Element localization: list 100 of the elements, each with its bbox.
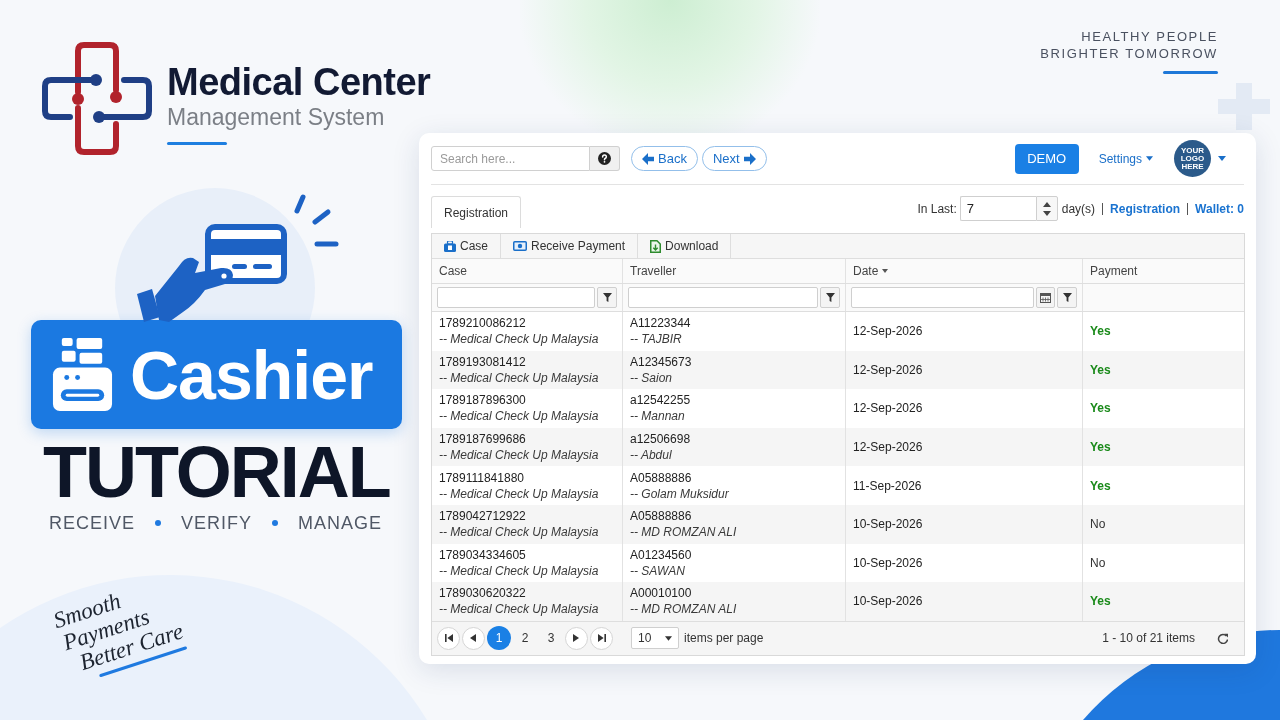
hand-holding-card-icon: [135, 192, 340, 322]
caret-down-icon: [665, 635, 672, 641]
case-number: 1789111841880: [439, 469, 524, 486]
package-name: -- Medical Check Up Malaysia: [439, 408, 599, 425]
help-icon: [598, 152, 611, 165]
arrow-right-icon: [743, 152, 756, 165]
refresh-button[interactable]: [1215, 631, 1229, 646]
link[interactable]: Registration: [1110, 199, 1181, 218]
traveller-id: A05888886: [630, 508, 692, 525]
tagline-text: BRIGHTER TOMORROW: [1040, 45, 1218, 62]
toolbar-button[interactable]: Receive Payment: [501, 234, 639, 258]
keyword-text: RECEIVE: [49, 512, 136, 534]
back-button[interactable]: Back: [631, 146, 698, 171]
traveller-name: -- MD ROMZAN ALI: [630, 601, 737, 618]
caret-down-icon[interactable]: [1218, 156, 1226, 161]
toolbar-button[interactable]: Case: [432, 234, 501, 258]
banner-title: Cashier: [130, 335, 373, 415]
toolbar-button[interactable]: Download: [638, 234, 732, 258]
file-download-icon: [650, 239, 662, 253]
case-number: 1789042712922: [439, 508, 526, 525]
table-cell: 10-Sep-2026: [846, 504, 1083, 544]
refresh-icon: [1216, 632, 1228, 644]
accent-underline: [1163, 71, 1218, 74]
banknote-icon: [513, 241, 527, 251]
arrow-left-icon: [642, 152, 654, 165]
payment-status: Yes: [1089, 477, 1112, 495]
filter-button[interactable]: [597, 287, 617, 308]
last-page-icon: [597, 634, 606, 643]
column-header[interactable]: Traveller: [630, 262, 677, 280]
pager-summary: 1 - 10 of 21 items: [1102, 630, 1195, 648]
next-page-button[interactable]: [565, 626, 588, 650]
table-cell: 12-Sep-2026: [846, 312, 1083, 351]
column-header[interactable]: Date: [853, 262, 879, 280]
page-size-select[interactable]: 10: [631, 627, 679, 650]
last-page-button[interactable]: [590, 626, 613, 650]
calendar-button[interactable]: [1036, 287, 1055, 308]
filter-icon: [602, 293, 612, 302]
days-field[interactable]: 7: [959, 196, 1036, 221]
table-cell: 10-Sep-2026: [846, 582, 1083, 621]
logo-avatar[interactable]: YOUR LOGO HERE: [1174, 140, 1211, 177]
link[interactable]: Wallet: 0: [1195, 199, 1244, 218]
traveller-name: -- Golam Muksidur: [630, 485, 729, 502]
payment-status: No: [1089, 516, 1107, 534]
tab[interactable]: Registration: [431, 196, 522, 228]
column-header[interactable]: Case: [439, 262, 467, 280]
traveller-id: a12506698: [630, 431, 691, 448]
logo-title: Medical Center: [167, 60, 431, 104]
table-cell: 11-Sep-2026: [846, 466, 1083, 505]
table-cell: 12-Sep-2026: [846, 389, 1083, 428]
filter-button[interactable]: [820, 287, 840, 308]
payment-status: No: [1089, 554, 1107, 572]
demo-button[interactable]: DEMO: [1014, 143, 1079, 174]
briefcase-icon: [444, 240, 456, 252]
traveller-name: -- Abdul: [630, 447, 672, 464]
filter-button[interactable]: [1057, 287, 1077, 308]
package-name: -- Medical Check Up Malaysia: [439, 485, 599, 502]
case-number: 1789210086212: [439, 315, 526, 332]
case-number: 1789187896300: [439, 392, 526, 409]
traveller-name: -- TAJBIR: [630, 331, 682, 348]
keyword-text: VERIFY: [181, 512, 253, 534]
first-page-button[interactable]: [437, 626, 460, 650]
keyword-text: MANAGE: [298, 512, 383, 534]
plus-shape-icon: [1218, 83, 1270, 130]
previous-page-icon: [469, 634, 478, 643]
filter-field[interactable]: [628, 287, 818, 308]
filter-icon: [825, 293, 835, 302]
page-button[interactable]: 1: [487, 626, 511, 651]
accent-underline: [167, 142, 227, 145]
filter-field[interactable]: [437, 287, 595, 308]
column-header[interactable]: Payment: [1090, 262, 1138, 280]
logo-subtitle: Management System: [167, 104, 386, 130]
first-page-icon: [444, 634, 453, 643]
medical-cross-logo-icon: [42, 42, 152, 155]
search-field[interactable]: Search here...: [431, 146, 590, 171]
caret-down-icon: [1146, 156, 1153, 161]
case-number: 1789187699686: [439, 431, 526, 448]
previous-page-button[interactable]: [462, 626, 485, 650]
case-number: 1789034334605: [439, 546, 526, 563]
spinner-icon: [1042, 201, 1051, 216]
traveller-name: -- MD ROMZAN ALI: [630, 524, 737, 541]
tutorial-heading: TUTORIAL: [43, 436, 390, 508]
package-name: -- Medical Check Up Malaysia: [439, 369, 599, 386]
payment-status: Yes: [1089, 361, 1112, 379]
page-button[interactable]: 3: [539, 626, 563, 651]
unit-label: day(s): [1061, 200, 1096, 218]
next-button[interactable]: Next: [701, 146, 767, 171]
field-label: In Last:: [917, 200, 957, 218]
traveller-name: -- SAWAN: [630, 562, 685, 579]
traveller-id: a12542255: [630, 392, 691, 409]
settings-menu[interactable]: Settings: [1098, 149, 1153, 168]
help-button[interactable]: [590, 146, 620, 171]
filter-field[interactable]: [851, 287, 1034, 308]
page-button[interactable]: 2: [513, 626, 537, 651]
payment-status: Yes: [1089, 323, 1112, 341]
spinner-button[interactable]: [1035, 196, 1058, 221]
traveller-name: -- Mannan: [630, 408, 685, 425]
payment-status: Yes: [1089, 439, 1112, 457]
page-size-label: items per page: [684, 630, 764, 648]
package-name: -- Medical Check Up Malaysia: [439, 447, 599, 464]
cash-register-icon: [50, 336, 115, 413]
